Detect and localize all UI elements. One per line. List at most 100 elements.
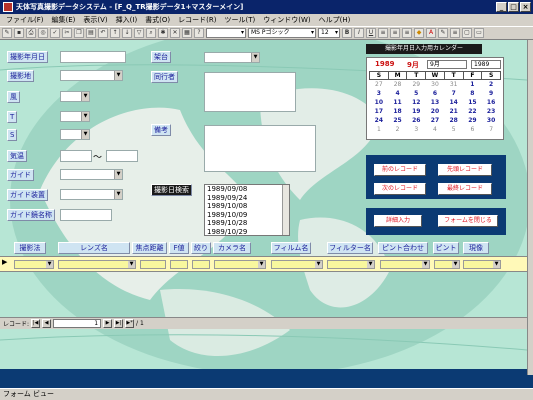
calendar-day[interactable]: 23 xyxy=(482,107,501,116)
chevron-down-icon[interactable]: ▼ xyxy=(493,261,500,268)
calendar-day[interactable]: 2 xyxy=(482,80,501,89)
development-cell[interactable]: ▼ xyxy=(463,260,501,269)
col-header-focal-length[interactable]: 焦点距離 xyxy=(132,242,167,254)
calendar-day[interactable]: 27 xyxy=(426,116,445,125)
temperature-min-field[interactable] xyxy=(60,150,92,162)
fill-color-icon[interactable]: ◆ xyxy=(414,28,424,38)
new-record-nav-icon[interactable]: ▶* xyxy=(125,319,135,328)
f-number-cell[interactable] xyxy=(170,260,188,269)
help-icon[interactable]: ? xyxy=(194,28,204,38)
calendar-day[interactable]: 1 xyxy=(463,80,482,89)
prev-record-button[interactable]: 前のレコード xyxy=(374,164,426,176)
calendar-day[interactable]: 16 xyxy=(482,98,501,107)
calendar-day[interactable]: 9 xyxy=(482,89,501,98)
camera-cell[interactable]: ▼ xyxy=(214,260,266,269)
film-cell[interactable]: ▼ xyxy=(271,260,323,269)
list-item[interactable]: 1989/09/08 xyxy=(205,185,289,194)
chevron-down-icon[interactable]: ▼ xyxy=(367,261,374,268)
temperature-max-field[interactable] xyxy=(106,150,138,162)
calendar-control[interactable]: 1989 9月 9月 1989 S M T W T F S 27 28 29 3… xyxy=(366,57,504,140)
calendar-day[interactable]: 5 xyxy=(444,125,463,134)
record-selector-icon[interactable]: ▶ xyxy=(2,258,10,270)
calendar-day[interactable]: 10 xyxy=(370,98,389,107)
guide-scope-field[interactable] xyxy=(60,209,112,221)
calendar-day[interactable]: 20 xyxy=(426,107,445,116)
calendar-day[interactable]: 21 xyxy=(444,107,463,116)
calendar-day[interactable]: 22 xyxy=(463,107,482,116)
prev-record-nav-icon[interactable]: ◀ xyxy=(42,319,52,328)
italic-icon[interactable]: I xyxy=(354,28,364,38)
close-form-button[interactable]: フォームを閉じる xyxy=(438,215,498,227)
calendar-day[interactable]: 7 xyxy=(482,125,501,134)
col-header-film[interactable]: フィルム名 xyxy=(271,242,311,254)
calendar-day[interactable]: 31 xyxy=(444,80,463,89)
chevron-down-icon[interactable]: ▼ xyxy=(81,112,89,121)
method-cell[interactable]: ▼ xyxy=(14,260,54,269)
col-header-lens[interactable]: レンズ名 xyxy=(58,242,130,254)
object-select[interactable] xyxy=(206,28,246,38)
menu-records[interactable]: レコード(R) xyxy=(174,15,220,25)
t-select[interactable]: ▼ xyxy=(60,111,90,122)
menu-help[interactable]: ヘルプ(H) xyxy=(315,15,355,25)
chevron-down-icon[interactable]: ▼ xyxy=(81,92,89,101)
calendar-day[interactable]: 28 xyxy=(444,116,463,125)
calendar-day[interactable]: 13 xyxy=(426,98,445,107)
line-width-icon[interactable]: ≡ xyxy=(450,28,460,38)
col-header-filter[interactable]: フィルター名 xyxy=(327,242,373,254)
col-header-method[interactable]: 撮影法 xyxy=(14,242,46,254)
menu-format[interactable]: 書式(O) xyxy=(141,15,174,25)
bold-icon[interactable]: B xyxy=(342,28,352,38)
view-icon[interactable]: ✎ xyxy=(2,28,12,38)
filter-icon[interactable]: ▽ xyxy=(134,28,144,38)
first-record-button[interactable]: 先頭レコード xyxy=(438,164,492,176)
guide-device-select[interactable]: ▼ xyxy=(60,189,123,200)
underline-icon[interactable]: U xyxy=(366,28,376,38)
cut-icon[interactable]: ✂ xyxy=(62,28,72,38)
calendar-day[interactable]: 8 xyxy=(463,89,482,98)
chevron-down-icon[interactable]: ▼ xyxy=(422,261,429,268)
next-record-button[interactable]: 次のレコード xyxy=(374,183,426,195)
close-button[interactable]: × xyxy=(520,2,531,12)
chevron-down-icon[interactable]: ▼ xyxy=(114,71,122,80)
focal-length-cell[interactable] xyxy=(140,260,166,269)
s-select[interactable]: ▼ xyxy=(60,129,90,140)
calendar-day[interactable]: 12 xyxy=(407,98,426,107)
calendar-day[interactable]: 27 xyxy=(370,80,389,89)
first-record-nav-icon[interactable]: |◀ xyxy=(31,319,41,328)
calendar-day[interactable]: 2 xyxy=(388,125,407,134)
aperture-cell[interactable] xyxy=(192,260,210,269)
shooting-place-select[interactable]: ▼ xyxy=(60,70,123,81)
last-record-button[interactable]: 最終レコード xyxy=(438,183,492,195)
calendar-day[interactable]: 5 xyxy=(407,89,426,98)
copy-icon[interactable]: ❐ xyxy=(74,28,84,38)
save-icon[interactable]: ▪ xyxy=(14,28,24,38)
calendar-day[interactable]: 4 xyxy=(388,89,407,98)
last-record-nav-icon[interactable]: ▶| xyxy=(114,319,124,328)
calendar-day[interactable]: 6 xyxy=(426,89,445,98)
border-icon[interactable]: ▢ xyxy=(462,28,472,38)
list-item[interactable]: 1989/09/24 xyxy=(205,194,289,203)
font-name-select[interactable]: MS Pゴシック xyxy=(248,28,316,38)
col-header-aperture[interactable]: 絞り xyxy=(191,242,211,254)
calendar-day[interactable]: 15 xyxy=(463,98,482,107)
menu-window[interactable]: ウィンドウ(W) xyxy=(259,15,314,25)
calendar-day[interactable]: 1 xyxy=(370,125,389,134)
lens-cell[interactable]: ▼ xyxy=(58,260,136,269)
preview-icon[interactable]: ◎ xyxy=(38,28,48,38)
calendar-day[interactable]: 14 xyxy=(444,98,463,107)
chevron-down-icon[interactable]: ▼ xyxy=(452,261,459,268)
col-header-focusing[interactable]: ピント合わせ xyxy=(378,242,428,254)
paste-icon[interactable]: ▤ xyxy=(86,28,96,38)
calendar-day[interactable]: 26 xyxy=(407,116,426,125)
vertical-scrollbar[interactable] xyxy=(527,40,533,375)
shooting-date-field[interactable] xyxy=(60,51,126,63)
next-record-nav-icon[interactable]: ▶ xyxy=(103,319,113,328)
font-color-icon[interactable]: A xyxy=(426,28,436,38)
chevron-down-icon[interactable]: ▼ xyxy=(46,261,53,268)
calendar-day[interactable]: 24 xyxy=(370,116,389,125)
undo-icon[interactable]: ↶ xyxy=(98,28,108,38)
calendar-day[interactable]: 29 xyxy=(463,116,482,125)
chevron-down-icon[interactable]: ▼ xyxy=(258,261,265,268)
list-item[interactable]: 1989/10/28 xyxy=(205,219,289,228)
print-icon[interactable]: ⎙ xyxy=(26,28,36,38)
